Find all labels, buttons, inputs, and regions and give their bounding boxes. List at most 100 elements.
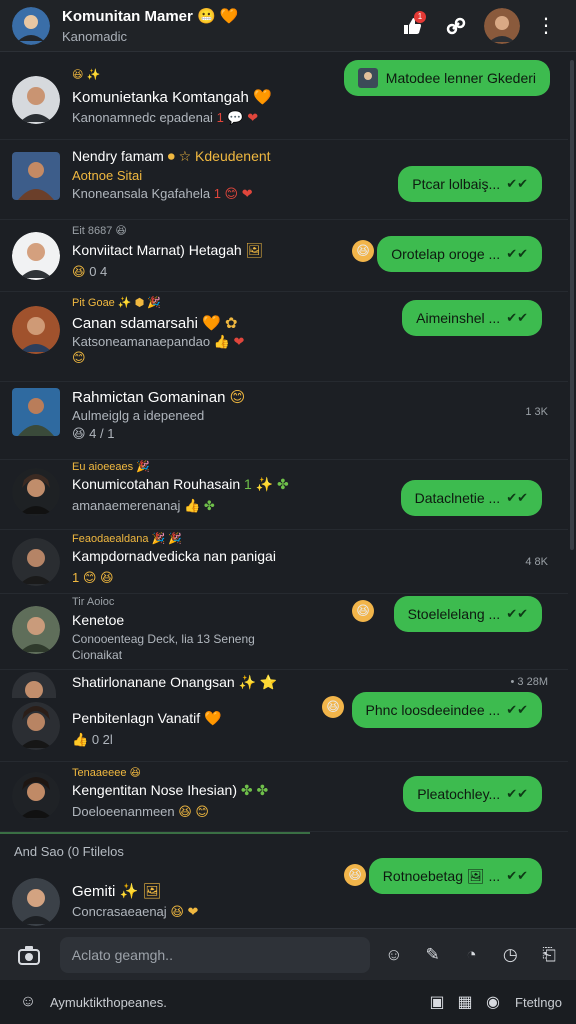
chat-item[interactable]: Tir Aoioc Kenetoe Conooenteag Deck, lia … — [0, 594, 568, 670]
chat-name: Kengentitan Nose Ihesian) ✤ ✤ — [72, 782, 269, 798]
app-header: Komunitan Mamer 😬 🧡 Kanomadic 1 ⋮ — [0, 0, 576, 52]
chat-meta: Feaodaealdana 🎉 🎉 — [72, 533, 182, 545]
contact-avatar — [12, 232, 60, 280]
reaction-emoji-icon[interactable]: 😆 — [322, 696, 344, 718]
read-receipt-icon: ✔✔ — [506, 702, 528, 717]
last-message-bubble[interactable]: Rotnoebetag 🖼 ... ✔✔ — [368, 858, 542, 894]
chat-preview: Concrasaeaenaj 😆 ❤ — [72, 904, 199, 919]
message-composer: Aclato geamgh.. ☺ ✎ ◔ ◷ ⎗ — [0, 928, 576, 980]
chat-preview: Aulmeiglg a idepeneed — [72, 408, 205, 423]
last-message-bubble[interactable]: Stoelelelang ... ✔✔ — [393, 596, 542, 632]
chat-item[interactable]: Penbitenlagn Vanatif 🧡 👍 0 2l 😆 Phnc loo… — [0, 692, 568, 762]
chat-item[interactable]: Eu aioeeaes 🎉 Konumicotahan Rouhasain 1 … — [0, 460, 568, 530]
last-message-bubble[interactable]: Orotelap oroge ... ✔✔ — [377, 236, 542, 272]
link-icon[interactable] — [438, 8, 474, 44]
chat-subline: Aotnoe Sitai — [72, 168, 143, 183]
more-options-icon[interactable]: ⋮ — [528, 8, 564, 44]
chat-time: 1 3K — [525, 406, 548, 418]
contact-avatar — [12, 772, 60, 820]
group-avatar[interactable] — [12, 6, 50, 45]
chat-item[interactable]: Tenaaeeee 😆 Kengentitan Nose Ihesian) ✤ … — [0, 762, 568, 832]
chat-time: 4 8K — [525, 556, 548, 568]
chat-name: Komunietanka Komtangah 🧡 — [72, 89, 272, 106]
chat-name: Nendry famam ⏺ ☆ Kdeudenent — [72, 148, 271, 164]
chat-extra: 😊 — [72, 350, 86, 365]
reaction-emoji-icon[interactable]: 😆 — [352, 600, 374, 622]
read-receipt-icon: ✔✔ — [506, 176, 528, 191]
sticker-icon[interactable]: ◔ — [457, 940, 487, 970]
pen-icon[interactable]: ✎ — [418, 940, 448, 970]
chat-meta: 😆 ✨ — [72, 69, 101, 81]
read-receipt-icon: ✔✔ — [506, 490, 528, 505]
chat-preview: 😆 0 4 — [72, 264, 108, 279]
emoji-icon[interactable]: ☺ — [379, 940, 409, 970]
scrollbar[interactable] — [570, 60, 574, 550]
chat-item[interactable]: Gemiti ✨ 🖼 Concrasaeaenaj 😆 ❤ 😆 Rotnoebe… — [0, 858, 568, 928]
contact-avatar — [12, 468, 60, 516]
camera-icon[interactable] — [12, 938, 46, 972]
chat-item[interactable]: Nendry famam ⏺ ☆ Kdeudenent Aotnoe Sitai… — [0, 140, 568, 220]
bottom-bar: ☺ Aymuktikthopeanes. ▣ ▦ ◉ Ftetlngo — [0, 980, 576, 1024]
chat-name: Konumicotahan Rouhasain 1 ✨ ✤ — [72, 476, 289, 492]
section-label: And Sao (0 Ftilelos — [14, 844, 124, 859]
group-icon[interactable]: ◉ — [479, 988, 507, 1016]
chat-name: Penbitenlagn Vanatif 🧡 — [72, 710, 222, 726]
contact-avatar — [12, 878, 60, 926]
chat-item[interactable]: 😆 ✨ Komunietanka Komtangah 🧡 Kanonamnedc… — [0, 62, 568, 140]
chat-name: Kampdornadvedicka nan panigai — [72, 548, 276, 564]
image-icon[interactable]: ▣ — [423, 988, 451, 1016]
attach-icon[interactable]: ⎗ — [534, 940, 564, 970]
chat-extra: 😆 4 / 1 — [72, 426, 115, 441]
reaction-emoji-icon[interactable]: 😆 — [344, 864, 366, 886]
timer-icon[interactable]: ◷ — [495, 940, 525, 970]
bottom-label: Aymuktikthopeanes. — [50, 994, 167, 1010]
notification-badge: 1 — [414, 10, 426, 23]
contact-avatar — [12, 306, 60, 354]
contact-avatar — [12, 672, 56, 698]
chat-item[interactable]: Eit 8687 😆 Konviitact Marnat) Hetagah 🖼 … — [0, 220, 568, 292]
chat-subtitle: Kanomadic — [62, 29, 128, 44]
chat-meta: Pit Goae ✨ ⬢ 🎉 — [72, 297, 161, 309]
chat-title: Komunitan Mamer 😬 🧡 — [62, 8, 239, 25]
chat-preview: 1 😊 😆 — [72, 570, 114, 585]
calendar-icon[interactable]: ▦ — [451, 988, 479, 1016]
chat-item[interactable]: Pit Goae ✨ ⬢ 🎉 Canan sdamarsahi 🧡 ✿ Kats… — [0, 292, 568, 382]
chat-extra: Cionaikat — [72, 648, 123, 662]
reaction-emoji-icon[interactable]: 😆 — [352, 240, 374, 262]
header-titles[interactable]: Komunitan Mamer 😬 🧡 Kanomadic — [62, 7, 386, 44]
last-message-bubble[interactable]: Aimeinshel ... ✔✔ — [402, 300, 542, 336]
last-message-bubble[interactable]: Phnc loosdeeindee ... ✔✔ — [351, 692, 542, 728]
chat-meta: Tir Aoioc — [72, 596, 115, 608]
chat-list: Matodee lenner Gkederi 😆 ✨ Komunietanka … — [0, 52, 576, 928]
chat-meta: Eu aioeeaes 🎉 — [72, 461, 150, 473]
chat-name: Gemiti ✨ 🖼 — [72, 883, 162, 900]
profile-avatar[interactable] — [484, 7, 520, 44]
contact-avatar — [12, 606, 60, 654]
chat-time: • 3 28M — [510, 676, 548, 688]
read-receipt-icon: ✔✔ — [506, 310, 528, 325]
read-receipt-icon: ✔✔ — [506, 246, 528, 261]
message-input[interactable]: Aclato geamgh.. — [59, 936, 370, 973]
chat-item[interactable]: Rahmictan Gomaninan 😊 Aulmeiglg a idepen… — [0, 382, 568, 460]
chat-preview: Katsoneamanaepandao 👍 ❤ — [72, 334, 245, 349]
smile-icon[interactable]: ☺ — [14, 988, 42, 1016]
contact-avatar — [12, 152, 60, 200]
chat-meta: Eit 8687 😆 — [72, 225, 127, 237]
contact-avatar — [12, 702, 60, 750]
last-message-bubble[interactable]: Pleatochley... ✔✔ — [403, 776, 542, 812]
chat-preview: Knoneansala Kgafahela 1 😊 ❤ — [72, 186, 253, 201]
chat-preview: Doeloeenanmeen 😆 😊 — [72, 804, 209, 819]
chat-name: Rahmictan Gomaninan 😊 — [72, 389, 246, 406]
thumbs-up-icon[interactable]: 1 — [394, 8, 430, 44]
chat-item[interactable]: Feaodaealdana 🎉 🎉 Kampdornadvedicka nan … — [0, 530, 568, 594]
chat-name: Canan sdamarsahi 🧡 ✿ — [72, 315, 238, 332]
last-message-bubble[interactable]: Dataclnetie ... ✔✔ — [400, 480, 542, 516]
contact-avatar — [12, 388, 60, 436]
chat-name: Kenetoe — [72, 612, 125, 628]
chat-preview: 👍 0 2l — [72, 732, 113, 747]
chat-meta: Tenaaeeee 😆 — [72, 767, 141, 779]
settings-label[interactable]: Ftetlngo — [515, 995, 562, 1010]
chat-name: Shatirlonanane Onangsan ✨ ⭐ — [72, 674, 278, 690]
section-divider — [0, 832, 310, 834]
last-message-bubble[interactable]: Ptcar lolbaiş... ✔✔ — [398, 166, 542, 202]
